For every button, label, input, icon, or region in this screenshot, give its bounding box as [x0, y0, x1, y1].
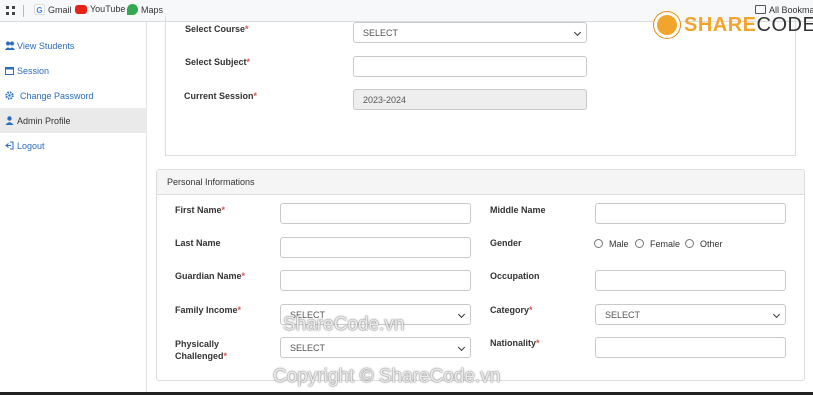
category-value: SELECT: [605, 309, 641, 320]
last-name-label: Last Name: [175, 238, 221, 248]
physically-challenged-dropdown[interactable]: SELECT: [280, 337, 471, 358]
middle-name-input[interactable]: [595, 203, 786, 224]
logout-icon: [5, 141, 14, 150]
gender-other-radio[interactable]: [685, 239, 694, 248]
guardian-name-label: Guardian Name*: [175, 271, 246, 281]
first-name-label: First Name*: [175, 205, 226, 215]
watermark-mid: ShareCode.vn: [283, 314, 405, 335]
calendar-icon: [5, 66, 14, 75]
maps-icon: [127, 4, 138, 15]
bookmark-gmail[interactable]: G Gmail: [34, 4, 72, 15]
category-label: Category*: [490, 305, 533, 315]
select-course-label: Select Course*: [185, 24, 249, 34]
apps-grid-icon[interactable]: [6, 6, 16, 16]
last-name-input[interactable]: [280, 237, 471, 258]
sidebar-item-session[interactable]: Session: [0, 58, 147, 83]
sidebar: View Students Session Change Password Ad…: [0, 22, 147, 395]
guardian-name-input[interactable]: [280, 270, 471, 291]
youtube-icon: [75, 4, 87, 14]
occupation-input[interactable]: [595, 270, 786, 291]
sidebar-item-logout[interactable]: Logout: [0, 133, 147, 158]
main-content: Select Course* SELECT Select Subject* Cu…: [147, 16, 813, 395]
sidebar-item-change-password[interactable]: Change Password: [0, 83, 147, 108]
gender-female-label: Female: [650, 239, 681, 249]
personal-info-heading: Personal Informations: [157, 170, 804, 195]
users-icon: [5, 41, 15, 50]
sidebar-item-admin-profile[interactable]: Admin Profile: [0, 108, 147, 133]
bookmark-label: Gmail: [48, 4, 72, 15]
sidebar-item-label: View Students: [17, 40, 75, 51]
google-icon: G: [34, 4, 45, 15]
bookmark-label: Maps: [141, 4, 164, 15]
gear-icon: [5, 91, 14, 100]
sidebar-item-label: Logout: [17, 140, 45, 151]
middle-name-label: Middle Name: [490, 205, 546, 215]
bookmarks-divider: [23, 5, 24, 17]
sidebar-item-label: Change Password: [20, 90, 94, 101]
current-session-value: 2023-2024: [363, 94, 407, 105]
sidebar-item-label: Admin Profile: [17, 115, 71, 126]
bookmark-maps[interactable]: Maps: [127, 4, 163, 15]
bookmark-label: YouTube: [90, 4, 126, 14]
select-course-value: SELECT: [363, 27, 399, 38]
occupation-label: Occupation: [490, 271, 540, 281]
current-session-field: 2023-2024: [353, 89, 587, 110]
gender-label: Gender: [490, 238, 522, 248]
nationality-input[interactable]: [595, 337, 786, 358]
user-icon: [5, 116, 14, 125]
logo-badge-icon: [654, 12, 680, 38]
family-income-label: Family Income*: [175, 305, 242, 315]
logo-text: SHARECODE.vn: [684, 13, 813, 36]
bookmark-youtube[interactable]: YouTube: [75, 4, 125, 14]
first-name-input[interactable]: [280, 203, 471, 224]
watermark-bottom: Copyright © ShareCode.vn: [273, 366, 501, 387]
sidebar-item-label: Session: [17, 65, 50, 76]
sharecode-logo: SHARECODE.vn: [654, 12, 813, 38]
sidebar-item-view-students[interactable]: View Students: [0, 33, 147, 58]
gender-male-radio[interactable]: [594, 239, 603, 248]
select-subject-input[interactable]: [353, 56, 587, 77]
select-subject-label: Select Subject*: [185, 57, 251, 67]
physically-challenged-value: SELECT: [290, 342, 326, 353]
gender-male-label: Male: [609, 239, 629, 249]
nationality-label: Nationality*: [490, 338, 540, 348]
physically-challenged-label: Physically Challenged*: [175, 339, 228, 361]
current-session-label: Current Session*: [184, 91, 258, 101]
gender-female-radio[interactable]: [635, 239, 644, 248]
select-course-dropdown[interactable]: SELECT: [353, 22, 587, 43]
gender-other-label: Other: [700, 239, 723, 249]
category-dropdown[interactable]: SELECT: [595, 304, 786, 325]
